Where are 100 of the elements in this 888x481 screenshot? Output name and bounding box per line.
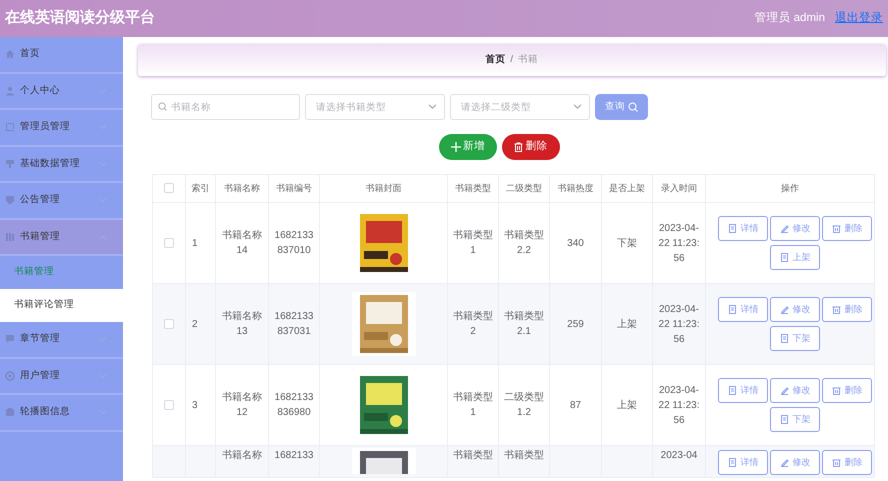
person-icon [5, 86, 15, 96]
submenu-item[interactable]: 书籍评论管理 [0, 289, 123, 322]
trash-icon [832, 458, 840, 467]
document-icon [780, 415, 788, 424]
table-cell: 二级类型1.2 [504, 392, 544, 418]
delete-button[interactable]: 删除 [822, 450, 872, 475]
edit-button[interactable]: 修改 [770, 216, 820, 241]
edit-button[interactable]: 修改 [770, 378, 820, 403]
table-cell: 1682133837010 [274, 230, 314, 256]
table-cell: 1682133 [274, 450, 314, 461]
sidebar-item[interactable]: 管理员管理 [0, 110, 123, 146]
table-cell: 下架 [617, 238, 637, 248]
frame-icon [5, 122, 15, 132]
trash-icon [832, 386, 840, 395]
table-cell: 书籍类型 [504, 450, 544, 461]
delete-button[interactable]: 删除 [822, 216, 872, 241]
delete-button[interactable]: 删除 [502, 134, 560, 160]
app-title: 在线英语阅读分级平台 [5, 8, 155, 28]
query-button[interactable]: 查询 [595, 94, 648, 120]
chevron-down-icon [573, 102, 582, 111]
table-cell: 2 [192, 318, 198, 330]
pencil-icon [780, 386, 788, 395]
column-header: 书籍封面 [320, 174, 448, 202]
column-header: 书籍类型 [448, 174, 498, 202]
column-header: 索引 [186, 174, 216, 202]
breadcrumb-item: 书籍 [518, 52, 538, 67]
column-header: 录入时间 [652, 174, 706, 202]
shelf-toggle-button[interactable]: 下架 [770, 407, 820, 432]
table-cell: 书籍名称 [222, 450, 262, 461]
trash-icon [832, 305, 840, 314]
column-header: 书籍热度 [550, 174, 602, 202]
table-cell: 1682133837031 [274, 311, 314, 337]
sidebar-item[interactable]: 个人中心 [0, 74, 123, 110]
sidebar-item[interactable]: 用户管理 [0, 358, 123, 395]
document-icon [780, 334, 788, 343]
trash-icon [832, 224, 840, 233]
clipboard-icon [5, 407, 15, 418]
plus-icon [450, 142, 460, 152]
column-header: 是否上架 [602, 174, 652, 202]
table-cell: 上架 [617, 318, 637, 330]
document-icon [728, 458, 736, 467]
pencil-icon [780, 224, 788, 233]
delete-button[interactable]: 删除 [822, 297, 872, 322]
table-cell: 1 [192, 238, 198, 248]
table-cell: 340 [567, 238, 584, 248]
table-cell: 书籍类型2 [453, 311, 493, 337]
chat-icon [5, 334, 15, 344]
search-icon [158, 102, 167, 111]
select-field[interactable]: 请选择二级类型 [450, 94, 590, 120]
add-button[interactable]: 新增 [438, 134, 497, 160]
table-cell: 书籍类型1 [453, 230, 493, 256]
ring-icon [5, 370, 15, 381]
table-cell: 书籍名称13 [222, 311, 262, 337]
monitor-icon [5, 195, 15, 206]
details-button[interactable]: 详情 [718, 216, 768, 241]
table-cell: 87 [570, 400, 582, 410]
sidebar-item[interactable]: 轮播图信息 [0, 395, 123, 432]
table-cell: 上架 [617, 400, 637, 410]
logout-link[interactable]: 退出登录 [835, 10, 883, 28]
pencil-icon [780, 458, 788, 467]
document-icon [728, 224, 736, 233]
shelf-toggle-button[interactable]: 下架 [770, 326, 820, 351]
select-field[interactable]: 请选择书籍类型 [305, 94, 445, 120]
pencil-icon [780, 305, 788, 314]
column-header: 书籍编号 [268, 174, 320, 202]
table-cell: 书籍类型2.2 [504, 230, 544, 256]
breadcrumb-separator: / [510, 52, 514, 67]
sidebar-item[interactable]: 书籍管理 [0, 220, 123, 256]
table-cell: 259 [567, 318, 584, 330]
table-cell: 书籍类型 [453, 450, 493, 461]
details-button[interactable]: 详情 [718, 450, 768, 475]
checkbox[interactable] [164, 318, 174, 329]
document-icon [728, 305, 736, 314]
edit-button[interactable]: 修改 [770, 297, 820, 322]
trash-icon [514, 142, 523, 152]
edit-button[interactable]: 修改 [770, 450, 820, 475]
chevron-down-icon [428, 102, 437, 111]
checkbox[interactable] [164, 183, 174, 194]
checkbox[interactable] [164, 238, 174, 248]
delete-button[interactable]: 删除 [822, 378, 872, 403]
submenu-item[interactable]: 书籍管理 [0, 256, 123, 289]
sidebar-item[interactable]: 基础数据管理 [0, 146, 123, 183]
document-icon [780, 253, 788, 262]
details-button[interactable]: 详情 [718, 378, 768, 403]
checkbox[interactable] [164, 400, 174, 410]
details-button[interactable]: 详情 [718, 297, 768, 322]
search-field[interactable]: 书籍名称 [151, 94, 300, 120]
home-icon [5, 49, 15, 60]
user-name: 管理员 admin [754, 10, 825, 26]
books-icon [5, 232, 15, 242]
table-cell: 书籍名称14 [222, 230, 262, 256]
sidebar-item[interactable]: 首页 [0, 37, 123, 74]
sidebar-item[interactable]: 章节管理 [0, 322, 123, 358]
breadcrumb-item[interactable]: 首页 [485, 52, 506, 68]
table-cell: 书籍类型2.1 [504, 311, 544, 337]
shelf-toggle-button[interactable]: 上架 [770, 245, 820, 270]
column-header: 操作 [706, 174, 874, 202]
table-cell: 2023-04-22 11:23:56 [658, 304, 700, 344]
sign-icon [5, 158, 15, 169]
column-header: 书籍名称 [216, 174, 268, 202]
